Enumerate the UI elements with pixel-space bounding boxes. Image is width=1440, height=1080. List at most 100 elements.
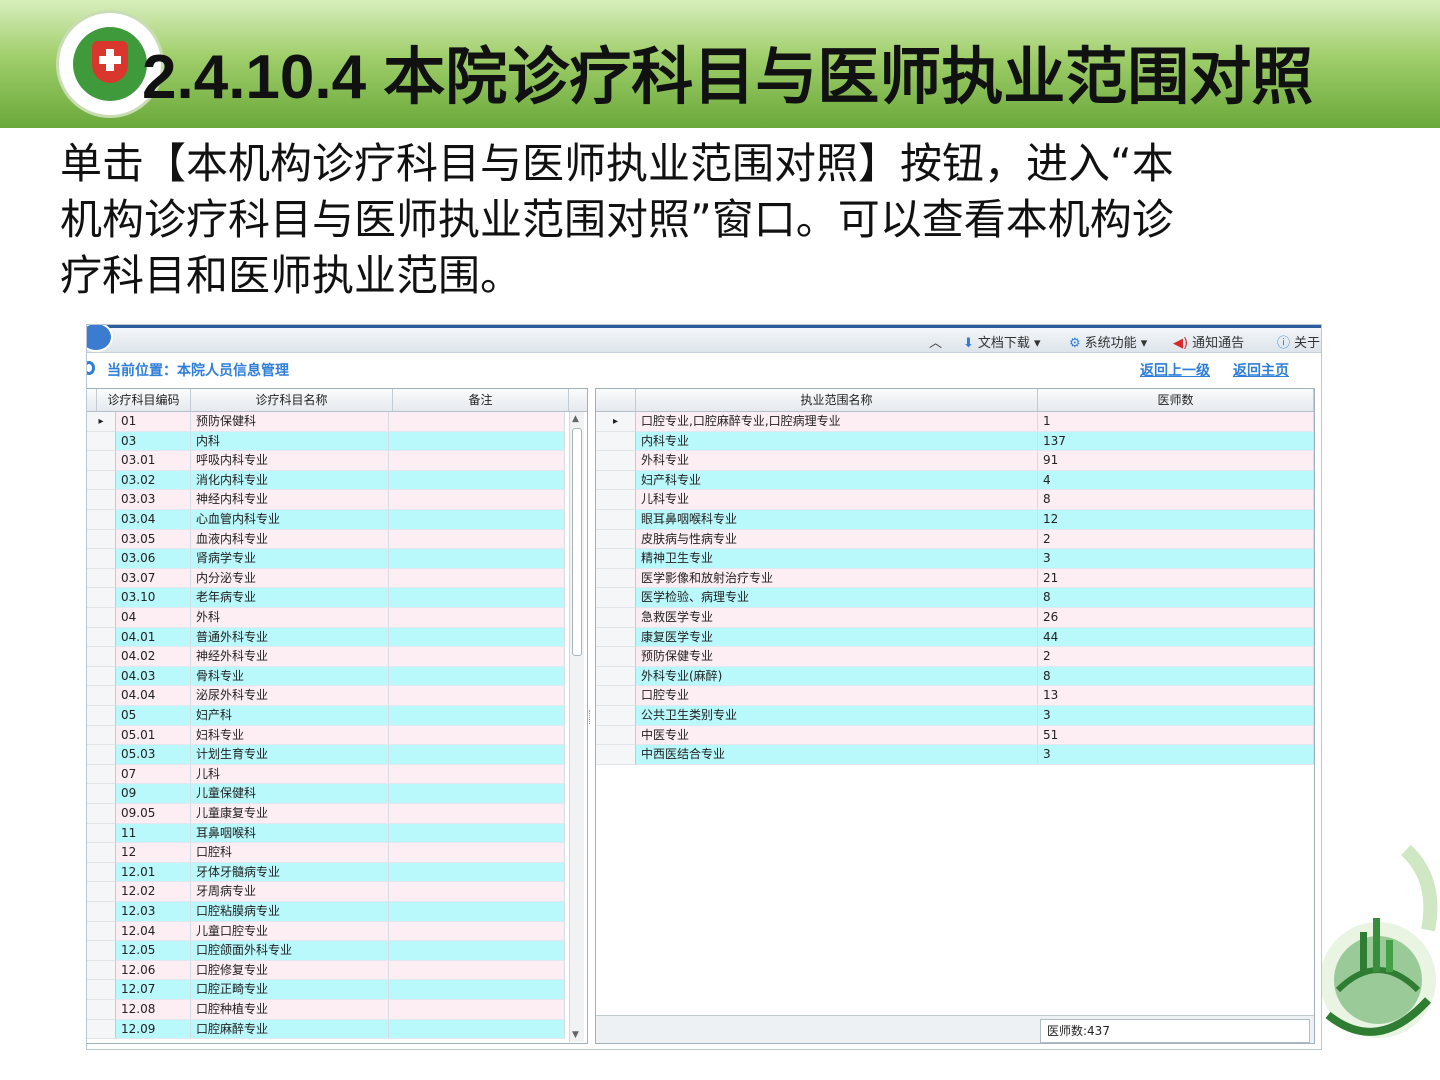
table-cell: 03.07 [116,568,191,589]
table-cell: 12.03 [116,902,191,922]
row-selector[interactable] [87,510,116,530]
row-selector[interactable] [87,784,116,804]
row-selector[interactable] [87,627,116,648]
table-cell: 肾病学专业 [191,549,389,569]
row-selector[interactable] [87,764,116,785]
row-selector[interactable] [596,588,636,608]
row-selector[interactable] [596,529,636,550]
table-cell: 07 [116,764,191,785]
table-cell: 妇产科 [191,706,389,726]
row-selector[interactable] [87,941,116,961]
row-selector[interactable] [87,706,116,726]
row-selector[interactable] [87,980,116,1000]
table-cell [389,647,565,667]
table-cell: 儿童保健科 [191,784,389,804]
row-selector[interactable]: ▸ [596,412,636,432]
row-selector[interactable] [596,706,636,726]
row-selector[interactable] [87,588,116,608]
table-cell: 内科 [191,431,389,452]
row-selector[interactable] [596,470,636,491]
row-selector[interactable]: ▸ [87,412,116,432]
row-selector[interactable] [596,686,636,706]
current-location: 当前位置：本院人员信息管理 [107,363,289,379]
row-selector[interactable] [87,725,116,746]
column-header[interactable]: 诊疗科目编码 [97,389,191,411]
column-header[interactable]: 备注 [393,389,569,411]
column-header[interactable]: 执业范围名称 [636,389,1038,411]
table-cell [389,882,565,902]
table-cell: 康复医学专业 [636,627,1038,648]
table-cell: 儿科专业 [636,490,1038,510]
row-selector[interactable] [596,666,636,687]
column-header[interactable]: 诊疗科目名称 [191,389,393,411]
row-selector[interactable] [87,568,116,589]
row-selector[interactable] [596,647,636,667]
location-bar: 当前位置：本院人员信息管理 返回上一级 返回主页 [87,355,1321,385]
row-selector[interactable] [87,960,116,981]
row-selector[interactable] [87,451,116,471]
row-selector[interactable] [87,549,116,569]
row-selector[interactable] [87,745,116,765]
table-cell: 12 [1038,510,1314,530]
scroll-down-arrow-icon[interactable]: ▼ [572,1030,579,1040]
about-menu[interactable]: ⓘ 关于 [1277,332,1320,351]
row-selector[interactable] [87,843,116,863]
table-cell [389,823,565,844]
row-selector[interactable] [87,1000,116,1020]
scroll-thumb[interactable] [572,428,582,656]
row-selector[interactable] [87,529,116,550]
table-cell: 牙周病专业 [191,882,389,902]
row-selector[interactable] [87,490,116,510]
row-selector[interactable] [87,862,116,883]
row-selector[interactable] [87,921,116,942]
row-selector[interactable] [596,725,636,746]
row-selector[interactable] [596,549,636,569]
row-selector[interactable] [87,608,116,628]
back-home-link[interactable]: 返回主页 [1233,360,1289,380]
row-selector[interactable] [87,902,116,922]
row-selector[interactable] [87,686,116,706]
collapse-button[interactable]: ︿ [929,332,942,351]
app-window: ︿ ⬇ 文档下载 ▾ ⚙ 系统功能 ▾ ◀) 通知通告 ⓘ 关于 当前位置：本院人员信息… [86,324,1322,1050]
notice-menu[interactable]: ◀) 通知通告 [1173,332,1244,351]
scope-table-body: ▸ 口腔专业,口腔麻醉专业,口腔病理专业 1 内科专业 137 外科专业 91 妇产科专业 4 儿… [596,412,1314,772]
row-selector[interactable] [87,666,116,687]
scope-table: 执业范围名称 医师数 ▸ 口腔专业,口腔麻醉专业,口腔病理专业 1 内科专业 137 外科… [595,388,1315,1044]
row-selector[interactable] [87,431,116,452]
row-selector[interactable] [87,882,116,902]
row-selector[interactable] [87,470,116,491]
row-selector[interactable] [596,568,636,589]
row-selector[interactable] [596,608,636,628]
table-cell: 12.06 [116,960,191,981]
row-selector[interactable] [87,1019,116,1040]
table-cell: 神经内科专业 [191,490,389,510]
back-up-link[interactable]: 返回上一级 [1140,360,1210,380]
column-header[interactable]: 医师数 [1038,389,1314,411]
row-selector[interactable] [87,647,116,667]
row-selector[interactable] [596,510,636,530]
table-cell: 医学影像和放射治疗专业 [636,568,1038,589]
table-cell: 公共卫生类别专业 [636,706,1038,726]
table-cell: 12.08 [116,1000,191,1020]
speaker-icon: ◀) [1173,336,1189,351]
table-cell [389,608,565,628]
table-cell: 外科专业 [636,451,1038,471]
scrollbar[interactable]: ▲ ▼ [569,412,584,1042]
table-cell: 12.04 [116,921,191,942]
row-selector[interactable] [596,451,636,471]
row-selector[interactable] [87,804,116,824]
row-selector[interactable] [596,431,636,452]
row-selector[interactable] [87,823,116,844]
table-cell: 3 [1038,745,1314,765]
table-cell: 耳鼻咽喉科 [191,823,389,844]
slide-paragraph: 单击【本机构诊疗科目与医师执业范围对照】按钮，进入“本 机构诊疗科目与医师执业范… [60,136,1340,304]
row-selector[interactable] [596,627,636,648]
system-function-menu[interactable]: ⚙ 系统功能 ▾ [1069,332,1147,351]
scroll-up-arrow-icon[interactable]: ▲ [572,414,579,424]
table-cell: 26 [1038,608,1314,628]
row-selector[interactable] [596,745,636,765]
table-cell: 血液内科专业 [191,529,389,550]
doc-download-menu[interactable]: ⬇ 文档下载 ▾ [963,332,1041,351]
table-cell: 中西医结合专业 [636,745,1038,765]
row-selector[interactable] [596,490,636,510]
